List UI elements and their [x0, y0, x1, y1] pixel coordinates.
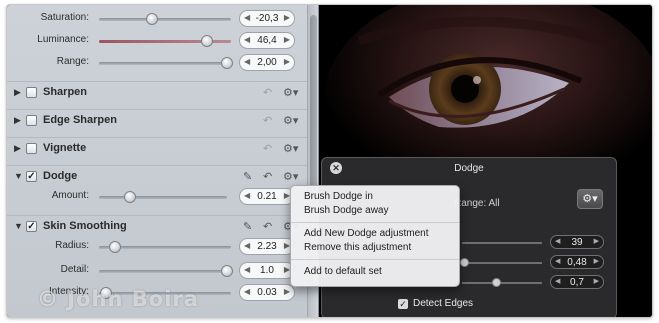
increment-arrow-icon[interactable]: ▶: [284, 35, 290, 44]
saturation-label: Saturation:: [40, 12, 89, 23]
detect-edges-checkbox[interactable]: ✓ Detect Edges: [398, 298, 473, 309]
radius-slider[interactable]: [99, 241, 231, 253]
luminance-value-field[interactable]: ◀ 46,4 ▶: [239, 32, 295, 49]
section-title: Skin Smoothing: [43, 220, 127, 232]
gear-icon[interactable]: ⚙▾: [283, 170, 298, 183]
gear-menu-button[interactable]: ⚙▾: [577, 189, 603, 209]
amount-slider-knob[interactable]: [123, 191, 136, 203]
increment-arrow-icon[interactable]: ▶: [284, 57, 290, 66]
increment-arrow-icon[interactable]: ▶: [594, 237, 599, 245]
section-edge-sharpen[interactable]: ▶ Edge Sharpen ↶ ⚙▾: [7, 109, 307, 131]
brush-icon[interactable]: ✎: [243, 170, 252, 183]
section-title: Edge Sharpen: [43, 114, 117, 126]
reset-arrow-icon[interactable]: ↶: [263, 220, 272, 233]
disclosure-triangle-icon[interactable]: ▶: [14, 87, 21, 98]
disclosure-triangle-open-icon[interactable]: ▼: [14, 221, 23, 231]
dodge-checkbox[interactable]: ✓: [26, 171, 37, 182]
saturation-slider[interactable]: [99, 13, 231, 25]
menu-item-add-new-dodge[interactable]: Add New Dodge adjustment: [304, 228, 429, 239]
detail-slider[interactable]: [99, 265, 234, 277]
hud-slider-track[interactable]: [462, 242, 542, 244]
range-slider-knob[interactable]: [221, 57, 234, 69]
intensity-value-field[interactable]: ◀ 0.03 ▶: [239, 284, 295, 301]
amount-slider[interactable]: [99, 191, 227, 203]
saturation-slider-knob[interactable]: [145, 13, 158, 25]
radius-value-field[interactable]: ◀ 2.23 ▶: [239, 238, 295, 255]
reset-arrow-icon[interactable]: ↶: [263, 142, 272, 155]
section-skin-smoothing[interactable]: ▼ ✓ Skin Smoothing ✎ ↶ ⚙▾: [7, 215, 307, 237]
reset-arrow-icon[interactable]: ↶: [263, 114, 272, 127]
hud-value-field[interactable]: ◀ 0,48 ▶: [550, 255, 604, 269]
luminance-slider-knob[interactable]: [201, 35, 214, 47]
hud-value-field[interactable]: ◀ 39 ▶: [550, 235, 604, 249]
section-sharpen[interactable]: ▶ Sharpen ↶ ⚙▾: [7, 81, 307, 103]
reset-arrow-icon[interactable]: ↶: [263, 86, 272, 99]
disclosure-triangle-icon[interactable]: ▶: [14, 143, 21, 154]
section-vignette[interactable]: ▶ Vignette ↶ ⚙▾: [7, 137, 307, 159]
edge-sharpen-checkbox[interactable]: [26, 115, 37, 126]
menu-separator: [291, 222, 459, 223]
increment-arrow-icon[interactable]: ▶: [594, 257, 599, 265]
reset-arrow-icon[interactable]: ↶: [263, 170, 272, 183]
saturation-value-field[interactable]: ◀ -20,3 ▶: [239, 10, 295, 27]
checkmark-icon[interactable]: ✓: [398, 299, 408, 309]
range-label: Range: All: [454, 198, 500, 209]
menu-item-brush-dodge-in[interactable]: Brush Dodge in: [304, 191, 373, 202]
gear-context-menu: Brush Dodge in Brush Dodge away Add New …: [290, 185, 460, 287]
hud-slider-knob[interactable]: [492, 278, 501, 287]
hud-value-field[interactable]: ◀ 0,7 ▶: [550, 275, 604, 289]
detail-value-field[interactable]: ◀ 1.0 ▶: [239, 262, 295, 279]
range-row: Range: ◀ 2,00 ▶: [7, 51, 307, 77]
sharpen-checkbox[interactable]: [26, 87, 37, 98]
luminance-slider[interactable]: [99, 35, 231, 47]
disclosure-triangle-icon[interactable]: ▶: [14, 115, 21, 126]
gear-icon[interactable]: ⚙▾: [283, 86, 298, 99]
section-title: Vignette: [43, 142, 87, 154]
amount-label: Amount:: [51, 190, 89, 201]
watermark-text: © John Boira: [37, 287, 199, 311]
section-dodge[interactable]: ▼ ✓ Dodge ✎ ↶ ⚙▾: [7, 165, 307, 187]
detect-edges-label: Detect Edges: [413, 298, 474, 309]
menu-item-add-to-default-set[interactable]: Add to default set: [304, 266, 382, 277]
luminance-label: Luminance:: [37, 34, 89, 45]
detail-slider-knob[interactable]: [221, 265, 234, 277]
section-title: Dodge: [43, 170, 78, 182]
radius-row: Radius: ◀ 2.23 ▶: [7, 235, 307, 261]
radius-label: Radius:: [55, 240, 89, 251]
adjustments-inspector: Saturation: ◀ -20,3 ▶ Luminance: ◀ 46,4 ▶ Ra…: [7, 5, 319, 317]
increment-arrow-icon[interactable]: ▶: [594, 277, 599, 285]
radius-slider-knob[interactable]: [108, 241, 121, 253]
range-slider[interactable]: [99, 57, 234, 69]
menu-separator: [291, 259, 459, 260]
app-window: Saturation: ◀ -20,3 ▶ Luminance: ◀ 46,4 ▶ Ra…: [6, 4, 653, 318]
menu-item-brush-dodge-away[interactable]: Brush Dodge away: [304, 205, 389, 216]
disclosure-triangle-open-icon[interactable]: ▼: [14, 171, 23, 181]
detail-label: Detail:: [60, 264, 89, 275]
hud-slider-track[interactable]: [462, 262, 542, 264]
increment-arrow-icon[interactable]: ▶: [284, 13, 290, 22]
vignette-checkbox[interactable]: [26, 143, 37, 154]
gear-icon[interactable]: ⚙▾: [283, 114, 298, 127]
dodge-amount-row: Amount: ◀ 0.21 ▶: [7, 185, 307, 211]
increment-arrow-icon[interactable]: ▶: [284, 287, 290, 296]
section-title: Sharpen: [43, 86, 88, 98]
range-label: Range:: [56, 56, 89, 67]
menu-item-remove-adjustment[interactable]: Remove this adjustment: [304, 242, 411, 253]
range-value-field[interactable]: ◀ 2,00 ▶: [239, 54, 295, 71]
hud-title: Dodge: [454, 163, 484, 174]
gear-icon[interactable]: ⚙▾: [283, 142, 298, 155]
skin-smoothing-checkbox[interactable]: ✓: [26, 221, 37, 232]
brush-icon[interactable]: ✎: [243, 220, 252, 233]
hud-slider-track[interactable]: [462, 282, 542, 284]
amount-value-field[interactable]: ◀ 0.21 ▶: [239, 188, 295, 205]
hud-slider-knob[interactable]: [460, 258, 469, 267]
